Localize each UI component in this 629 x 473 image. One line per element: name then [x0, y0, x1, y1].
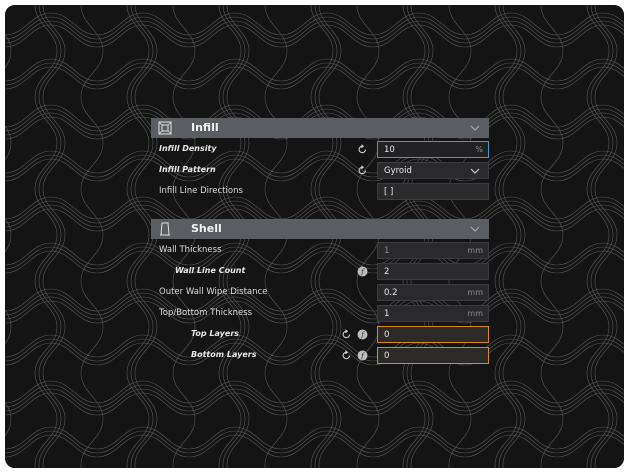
- infill-density-input[interactable]: 10 %: [377, 141, 489, 158]
- setting-row-bottom-layers: Bottom Layers f 0: [151, 346, 489, 366]
- setting-row-infill-pattern: Infill Pattern Gyroid: [151, 161, 489, 181]
- setting-row-wall-line-count: Wall Line Count f 2: [151, 262, 489, 282]
- shell-icon: [160, 222, 170, 236]
- setting-row-top-bottom-thickness: Top/Bottom Thickness 1 mm: [151, 304, 489, 324]
- setting-row-wall-thickness: Wall Thickness 1 mm: [151, 241, 489, 261]
- infill-header[interactable]: Infill: [151, 118, 489, 138]
- reset-icon[interactable]: [341, 329, 352, 340]
- setting-label: Outer Wall Wipe Distance: [159, 287, 268, 297]
- chevron-down-icon: [470, 168, 480, 174]
- infill-line-directions-input[interactable]: [ ]: [377, 183, 489, 200]
- setting-row-infill-line-directions: Infill Line Directions [ ]: [151, 182, 489, 202]
- setting-row-infill-density: Infill Density 10 %: [151, 140, 489, 160]
- infill-pattern-dropdown[interactable]: Gyroid: [377, 162, 489, 179]
- setting-label: Wall Line Count: [175, 266, 246, 275]
- reset-icon[interactable]: [357, 165, 368, 176]
- wall-line-count-input[interactable]: 2: [377, 263, 489, 280]
- setting-label: Infill Line Directions: [159, 186, 243, 196]
- setting-label: Wall Thickness: [159, 245, 222, 255]
- outer-wall-wipe-distance-input[interactable]: 0.2 mm: [377, 284, 489, 301]
- shell-header[interactable]: Shell: [151, 219, 489, 239]
- setting-label: Infill Density: [159, 144, 217, 153]
- setting-label: Infill Pattern: [159, 165, 216, 174]
- setting-row-outer-wall-wipe-distance: Outer Wall Wipe Distance 0.2 mm: [151, 283, 489, 303]
- wall-thickness-input[interactable]: 1 mm: [377, 242, 489, 259]
- reset-icon[interactable]: [357, 144, 368, 155]
- function-icon[interactable]: f: [357, 329, 368, 340]
- shell-title: Shell: [191, 222, 222, 235]
- function-icon[interactable]: f: [357, 266, 368, 277]
- top-bottom-thickness-input[interactable]: 1 mm: [377, 305, 489, 322]
- infill-title: Infill: [191, 121, 219, 134]
- viewport: Infill Infill Density 10 % Infill Patter…: [5, 5, 624, 468]
- chevron-down-icon[interactable]: [469, 122, 481, 134]
- setting-row-top-layers: Top Layers f 0: [151, 325, 489, 345]
- bottom-layers-input[interactable]: 0: [377, 347, 489, 364]
- setting-label: Bottom Layers: [191, 350, 257, 359]
- top-layers-input[interactable]: 0: [377, 326, 489, 343]
- setting-label: Top Layers: [191, 329, 240, 338]
- chevron-down-icon[interactable]: [469, 223, 481, 235]
- infill-icon: [158, 121, 172, 135]
- setting-label: Top/Bottom Thickness: [159, 308, 253, 318]
- reset-icon[interactable]: [341, 350, 352, 361]
- function-icon[interactable]: f: [357, 350, 368, 361]
